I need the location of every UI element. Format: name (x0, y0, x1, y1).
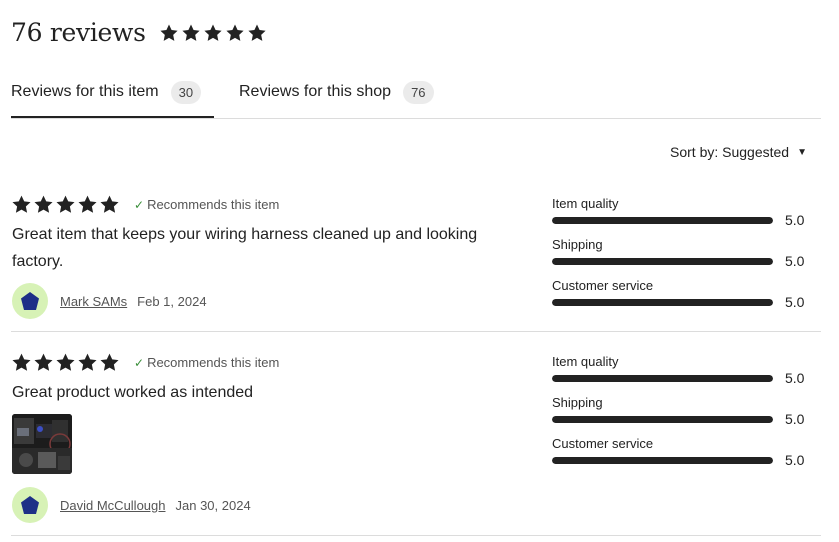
star-icon (33, 194, 54, 215)
recommends-badge: ✓ Recommends this item (134, 355, 279, 370)
tab-label: Reviews for this shop (239, 83, 392, 100)
tab-reviews-for-shop[interactable]: Reviews for this shop 76 (239, 78, 434, 106)
tab-count-badge: 76 (403, 80, 434, 104)
pentagon-avatar-icon (21, 496, 39, 514)
star-icon (55, 194, 76, 215)
rating-bar (552, 416, 773, 423)
checkmark-icon: ✓ (134, 355, 145, 370)
rating-bar (552, 457, 773, 464)
rating-label: Customer service (552, 278, 654, 293)
rating-bar (552, 299, 773, 306)
review-stars (11, 352, 120, 373)
star-icon (77, 352, 98, 373)
reviews-count-title: 76 reviews (11, 18, 146, 47)
rating-item-quality: Item quality 5.0 (552, 354, 812, 395)
review-date: Feb 1, 2024 (137, 293, 207, 309)
rating-bar (552, 217, 773, 224)
reviewer-name-link[interactable]: Mark SAMs (60, 294, 127, 309)
rating-value: 5.0 (785, 294, 805, 310)
overall-rating-stars (159, 23, 267, 43)
rating-bar (552, 375, 773, 382)
rating-value: 5.0 (785, 253, 805, 269)
rating-bar-fill (552, 258, 773, 265)
rating-shipping: Shipping 5.0 (552, 237, 812, 278)
reviewer-info: Mark SAMs Feb 1, 2024 (12, 283, 207, 319)
pentagon-avatar-icon (21, 292, 39, 310)
rating-value: 5.0 (785, 411, 805, 427)
review-photo-thumbnail[interactable] (12, 414, 72, 474)
rating-customer-service: Customer service 5.0 (552, 278, 812, 319)
rating-customer-service: Customer service 5.0 (552, 436, 812, 477)
avatar[interactable] (12, 487, 48, 523)
active-tab-indicator (11, 116, 214, 118)
star-icon (33, 352, 54, 373)
rating-label: Shipping (552, 395, 603, 410)
rating-bar-fill (552, 217, 773, 224)
rating-label: Item quality (552, 196, 619, 211)
sort-label: Sort by: Suggested (670, 144, 790, 160)
tab-count-badge: 30 (170, 80, 202, 104)
rating-shipping: Shipping 5.0 (552, 395, 812, 436)
rating-bar-fill (552, 299, 773, 306)
star-icon (225, 23, 245, 43)
rating-bar-fill (552, 416, 773, 423)
rating-label: Shipping (552, 237, 603, 252)
star-icon (55, 352, 76, 373)
rating-item-quality: Item quality 5.0 (552, 196, 812, 237)
caret-down-icon: ▼ (797, 146, 807, 158)
review-text: Great product worked as intended (12, 384, 254, 401)
review-text: Great item that keeps your wiring harnes… (12, 226, 478, 270)
rating-bar (552, 258, 773, 265)
rating-breakdown: Item quality 5.0 Shipping 5.0 Customer s… (552, 354, 812, 477)
recommends-badge: ✓ Recommends this item (134, 197, 279, 212)
star-icon (99, 194, 120, 215)
reviews-header: 76 reviews (11, 18, 267, 47)
review-item: ✓ Recommends this item Great item that k… (11, 194, 821, 332)
rating-value: 5.0 (785, 212, 805, 228)
review-rating-row: ✓ Recommends this item (11, 194, 279, 215)
avatar[interactable] (12, 283, 48, 319)
rating-value: 5.0 (785, 452, 805, 468)
reviewer-info: David McCullough Jan 30, 2024 (12, 487, 251, 523)
review-tabs: Reviews for this item 30 Reviews for thi… (11, 78, 821, 119)
recommends-label: Recommends this item (147, 355, 280, 370)
star-icon (247, 23, 267, 43)
star-icon (11, 194, 32, 215)
review-item: ✓ Recommends this item Great product wor… (11, 352, 821, 536)
review-photo-image (12, 414, 72, 474)
rating-label: Customer service (552, 436, 654, 451)
rating-value: 5.0 (785, 370, 805, 386)
star-icon (11, 352, 32, 373)
rating-label: Item quality (552, 354, 619, 369)
checkmark-icon: ✓ (134, 197, 145, 212)
tab-reviews-for-item[interactable]: Reviews for this item 30 (11, 78, 202, 106)
star-icon (99, 352, 120, 373)
rating-bar-fill (552, 457, 773, 464)
review-stars (11, 194, 120, 215)
star-icon (203, 23, 223, 43)
star-icon (181, 23, 201, 43)
reviewer-name-link[interactable]: David McCullough (60, 498, 166, 513)
review-date: Jan 30, 2024 (175, 497, 251, 513)
review-rating-row: ✓ Recommends this item (11, 352, 279, 373)
recommends-label: Recommends this item (147, 197, 280, 212)
star-icon (77, 194, 98, 215)
star-icon (159, 23, 179, 43)
tab-label: Reviews for this item (11, 83, 159, 100)
rating-breakdown: Item quality 5.0 Shipping 5.0 Customer s… (552, 196, 812, 319)
rating-bar-fill (552, 375, 773, 382)
sort-dropdown[interactable]: Sort by: Suggested ▼ (670, 144, 807, 160)
